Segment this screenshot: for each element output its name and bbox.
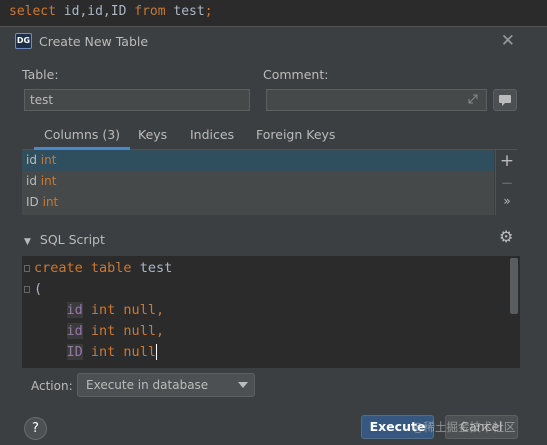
tab-keys[interactable]: Keys [138,127,167,142]
column-name: id [26,153,37,167]
dialog-title: Create New Table [39,34,149,49]
sql-column-name: ID [66,344,83,360]
keyword-select: select [9,4,56,19]
sql-column-name: id [66,323,83,339]
list-item[interactable]: id int [22,171,494,192]
list-item[interactable]: id int [22,150,494,171]
statement-end: ; [204,4,213,19]
column-type: int [40,174,57,188]
sql-column-name: id [66,302,83,318]
table-name: test [173,4,205,19]
column-toolbar: + − » [495,150,517,215]
more-icon[interactable]: » [496,194,518,208]
datagrip-logo-icon: DG [15,33,32,49]
editor-sql-line: select id,id,ID from test; [0,0,547,26]
sql-script-toggle[interactable]: ▼ SQL Script [24,232,105,247]
gear-icon[interactable]: ⚙ [499,227,513,246]
table-label: Table: [22,67,59,82]
close-icon[interactable]: ✕ [501,31,515,51]
column-name: id [26,174,37,188]
sql-column-def: int null [90,344,157,360]
help-button[interactable]: ? [24,417,47,440]
action-select[interactable]: Execute in database [77,373,255,397]
action-label: Action: [31,379,73,393]
add-icon[interactable]: + [496,151,518,171]
watermark: @稀土掘金技术社区 [412,420,516,434]
sql-keyword: create [34,260,83,276]
column-type: int [40,153,57,167]
dialog-titlebar: DG Create New Table ✕ [0,27,547,57]
list-item[interactable]: ID int [22,192,494,213]
sql-paren: ( [34,281,43,297]
column-list: id,id,ID [63,4,127,19]
comment-label: Comment: [263,67,329,82]
tab-indices[interactable]: Indices [190,127,234,142]
sql-column-def: int null, [90,323,165,339]
sql-table-name: test [139,260,173,276]
speech-bubble-icon [499,95,511,106]
sql-script-label: SQL Script [39,232,105,247]
chevron-down-icon [238,382,248,388]
columns-list: id int id int ID int [22,150,494,215]
tab-foreign-keys[interactable]: Foreign Keys [256,127,335,142]
column-type: int [42,195,59,209]
chevron-down-icon: ▼ [24,237,31,247]
fold-icon [24,265,30,272]
sql-column-def: int null, [90,302,165,318]
comment-editor-button[interactable] [493,89,517,111]
comment-input[interactable] [266,89,487,111]
action-value: Execute in database [86,378,209,392]
scrollbar[interactable] [510,258,518,314]
keyword-from: from [134,4,166,19]
expand-icon[interactable] [468,94,478,104]
fold-icon [24,286,30,293]
tab-columns[interactable]: Columns (3) [33,127,131,150]
remove-icon[interactable]: − [496,174,518,192]
tab-bar: Columns (3) Keys Indices Foreign Keys [22,124,517,150]
table-name-input[interactable] [24,89,250,111]
sql-keyword: table [90,260,132,276]
create-table-dialog: DG Create New Table ✕ Table: Comment: Co… [0,26,547,445]
sql-preview[interactable]: create table test ( id int null, id int … [22,256,520,368]
column-name: ID [26,195,39,209]
